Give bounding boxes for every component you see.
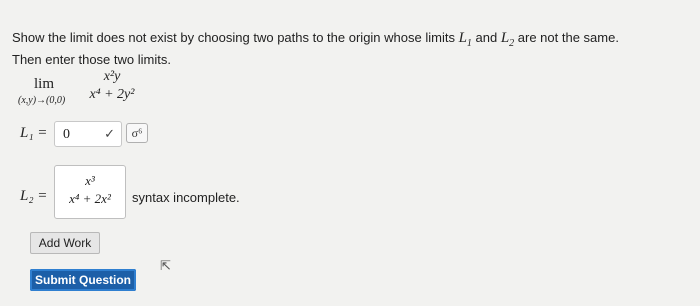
- prompt-and: and: [471, 30, 501, 45]
- syntax-message: syntax incomplete.: [132, 190, 240, 205]
- preview-link-icon[interactable]: σ⁶: [126, 123, 148, 143]
- submit-question-button[interactable]: Submit Question: [30, 269, 136, 291]
- limit-expression: lim (x,y)→(0,0) x²y x⁴ + 2y²: [14, 68, 174, 112]
- l1-answer-value: 0: [63, 127, 70, 142]
- check-icon: ✓: [104, 126, 115, 141]
- prompt-text-end: are not the same.: [514, 30, 619, 45]
- limit-denominator: x⁴ + 2y²: [89, 87, 135, 102]
- l2-fraction: x³ x⁴ + 2x²: [63, 172, 117, 208]
- limit-fraction: x²y x⁴ + 2y²: [80, 68, 144, 104]
- l2-denominator: x⁴ + 2x²: [69, 191, 111, 206]
- question-prompt: Show the limit does not exist by choosin…: [12, 30, 692, 68]
- lim-subscript: (x,y)→(0,0): [18, 95, 66, 106]
- mouse-cursor-icon: ⇱: [160, 258, 171, 273]
- lim-word: lim: [34, 76, 55, 92]
- limit-numerator: x²y: [103, 69, 121, 84]
- l2-label: L₂ =: [20, 188, 48, 204]
- l2-symbol: L2: [500, 30, 515, 49]
- l1-symbol: L1: [458, 30, 472, 49]
- l2-answer-field[interactable]: x³ x⁴ + 2x²: [54, 165, 126, 219]
- l2-numerator: x³: [85, 173, 95, 188]
- l1-answer-field[interactable]: 0 ✓: [54, 121, 122, 147]
- prompt-line-1: Show the limit does not exist by choosin…: [12, 30, 692, 52]
- prompt-text: Show the limit does not exist by choosin…: [12, 30, 459, 45]
- prompt-line-2: Then enter those two limits.: [12, 52, 171, 67]
- l1-label: L₁ =: [20, 125, 48, 141]
- add-work-button[interactable]: Add Work: [30, 232, 100, 254]
